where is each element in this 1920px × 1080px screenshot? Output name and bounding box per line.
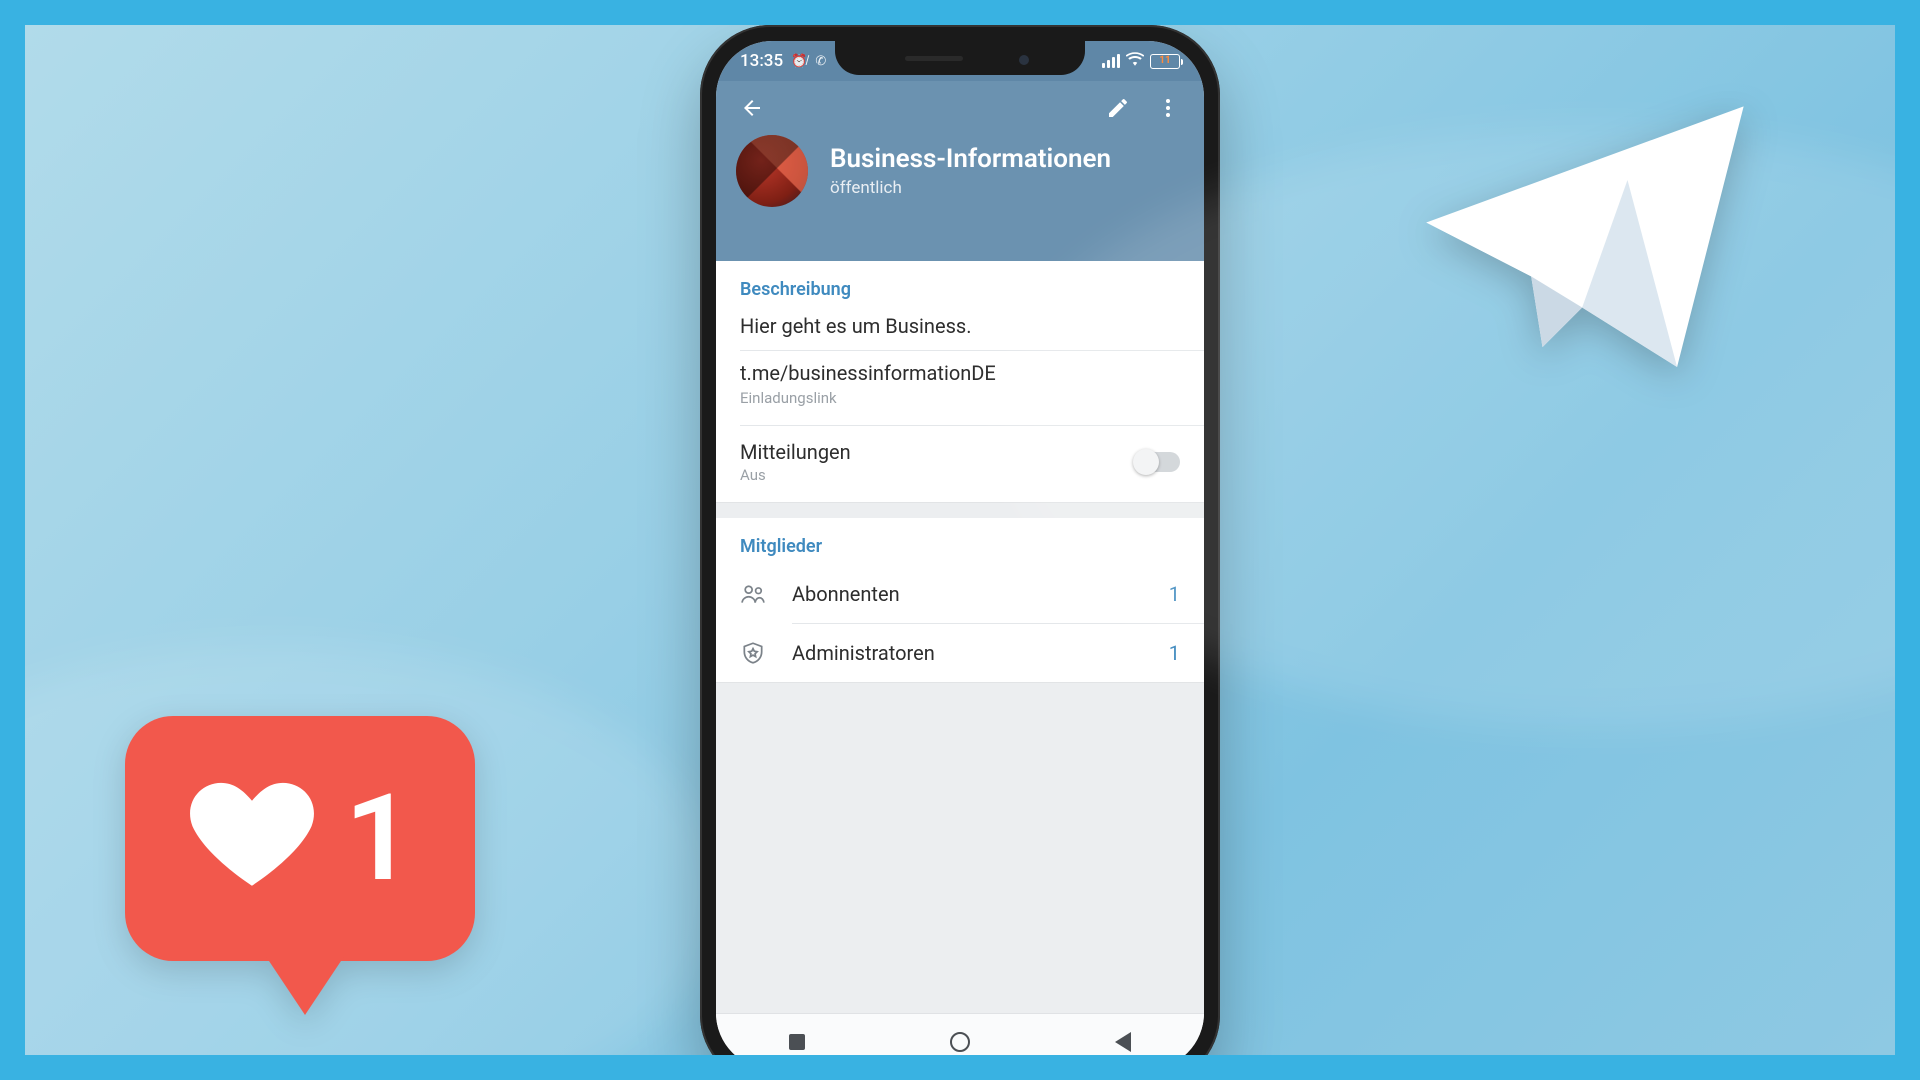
admins-label: Administratoren: [792, 641, 1143, 665]
invite-link: t.me/businessinformationDE: [716, 351, 1204, 389]
notifications-row[interactable]: Mitteilungen Aus: [716, 426, 1204, 502]
phone-notch: [835, 41, 1085, 75]
channel-header: Business-Informationen öffentlich: [716, 81, 1204, 261]
subscribers-count: 1: [1169, 582, 1180, 606]
telegram-logo: [1415, 95, 1755, 395]
notifications-label: Mitteilungen: [740, 440, 851, 464]
status-time: 13:35: [740, 51, 783, 71]
like-count: 1: [345, 779, 414, 899]
alarm-off-icon: ⏰̸: [791, 53, 807, 69]
subscribers-row[interactable]: Abonnenten 1: [716, 565, 1204, 623]
nav-back-button[interactable]: [1093, 1022, 1153, 1056]
battery-percent: 11: [1159, 56, 1170, 66]
phone-frame: 13:35 ⏰̸ ✆ 11: [700, 25, 1220, 1055]
invite-link-row[interactable]: t.me/businessinformationDE Einladungslin…: [716, 351, 1204, 425]
description-title: Beschreibung: [716, 261, 1204, 308]
subscribers-label: Abonnenten: [792, 582, 1143, 606]
back-button[interactable]: [732, 88, 772, 128]
channel-avatar[interactable]: [736, 135, 808, 207]
subscribers-icon: [740, 581, 766, 607]
description-card: Beschreibung Hier geht es um Business. t…: [716, 261, 1204, 502]
members-title: Mitglieder: [716, 518, 1204, 565]
sky-background: 1 13:35 ⏰̸ ✆: [25, 25, 1895, 1055]
battery-icon: 11: [1150, 54, 1180, 69]
admins-count: 1: [1169, 641, 1180, 665]
signal-icon: [1102, 54, 1120, 68]
nav-recent-button[interactable]: [767, 1022, 827, 1056]
notifications-toggle[interactable]: [1136, 452, 1180, 472]
channel-visibility: öffentlich: [830, 178, 1111, 198]
invite-link-caption: Einladungslink: [716, 389, 1204, 425]
nav-home-button[interactable]: [930, 1022, 990, 1056]
outer-frame: 1 13:35 ⏰̸ ✆: [0, 0, 1920, 1080]
channel-info-content: Beschreibung Hier geht es um Business. t…: [716, 261, 1204, 1013]
admins-icon: [740, 640, 766, 666]
whatsapp-icon: ✆: [815, 54, 826, 69]
channel-title: Business-Informationen: [830, 144, 1111, 175]
edit-button[interactable]: [1098, 88, 1138, 128]
description-text: Hier geht es um Business.: [716, 308, 1204, 350]
heart-icon: [187, 772, 317, 906]
like-bubble: 1: [125, 716, 475, 1015]
wifi-icon: [1126, 51, 1144, 71]
more-button[interactable]: [1148, 88, 1188, 128]
admins-row[interactable]: Administratoren 1: [716, 624, 1204, 682]
members-card: Mitglieder Abonnenten 1: [716, 518, 1204, 682]
notifications-state: Aus: [740, 466, 851, 484]
android-nav-bar: [716, 1013, 1204, 1055]
